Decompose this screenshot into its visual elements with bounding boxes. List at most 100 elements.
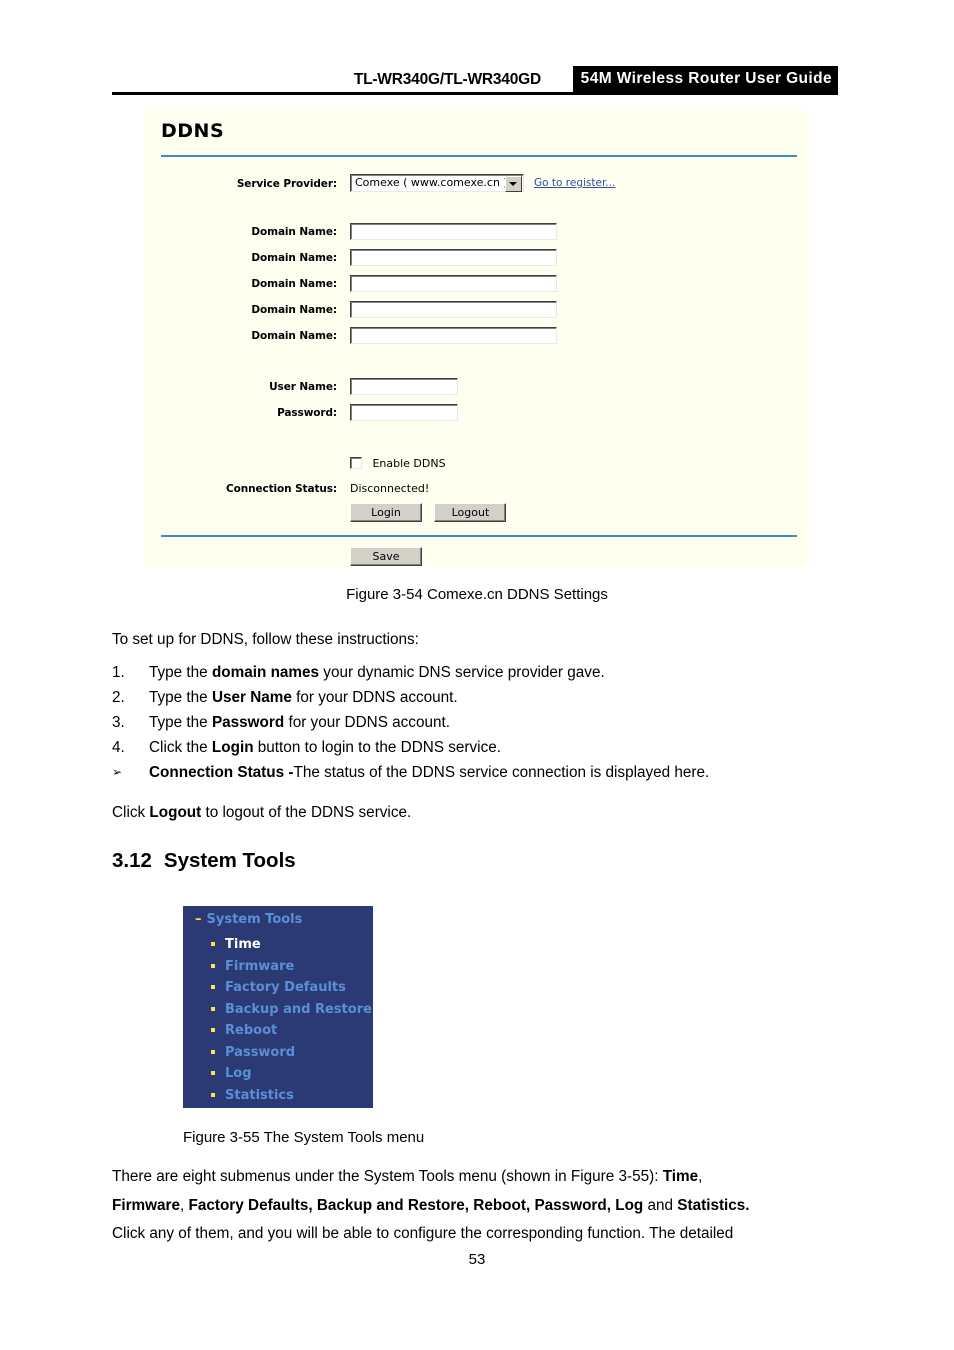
enable-ddns-row: Enable DDNS xyxy=(144,454,810,474)
step-text-1-bold: domain names xyxy=(211,664,320,681)
domain-name-row-1: Domain Name: xyxy=(144,223,810,243)
step-text-5-bold: Connection Status - xyxy=(149,764,294,781)
save-cell: Save xyxy=(350,547,422,566)
save-button[interactable]: Save xyxy=(350,547,422,566)
sidebar-item-factory-defaults[interactable]: Factory Defaults xyxy=(211,977,372,999)
domain-name-value-cell-1 xyxy=(350,223,557,240)
page-number: 53 xyxy=(468,1251,486,1268)
section-title: System Tools xyxy=(163,849,296,872)
sidebar-item-password[interactable]: Password xyxy=(211,1042,372,1064)
step-text-1-pre: Type the xyxy=(149,664,212,681)
bullet-icon xyxy=(211,1028,215,1032)
domain-name-value-cell-4 xyxy=(350,301,557,318)
bullet-icon xyxy=(211,1071,215,1075)
document-header: TL-WR340G/TL-WR340GD 54M Wireless Router… xyxy=(112,66,838,94)
closing-line-1-pre: There are eight submenus under the Syste… xyxy=(112,1168,659,1185)
sidebar-item-firmware[interactable]: Firmware xyxy=(211,956,372,978)
step-text-4: Click the Login button to login to the D… xyxy=(149,735,501,760)
list-item: 2. Type the User Name for your DDNS acco… xyxy=(112,685,842,710)
go-to-register-link[interactable]: Go to register... xyxy=(534,177,615,189)
system-tools-menu-panel: – System Tools Time Firmware Factory Defa… xyxy=(183,906,373,1108)
connection-status-value: Disconnected! xyxy=(350,482,430,495)
step-text-2-pre: Type the xyxy=(149,689,212,706)
logout-bold: Logout xyxy=(149,804,202,821)
collapse-minus-icon[interactable]: – xyxy=(195,912,202,927)
sidebar-item-label-time: Time xyxy=(225,937,261,952)
step-text-3-bold: Password xyxy=(211,714,285,731)
connection-status-row: Connection Status: Disconnected! xyxy=(144,480,810,500)
bullet-icon xyxy=(211,1092,215,1097)
login-button[interactable]: Login xyxy=(350,503,422,522)
password-row: Password: xyxy=(144,404,810,424)
sidebar-item-backup-and-restore[interactable]: Backup and Restore xyxy=(211,999,372,1021)
closing-line-2: Firmware, Factory Defaults, Backup and R… xyxy=(112,1192,840,1221)
list-item: 3. Type the Password for your DDNS accou… xyxy=(112,710,842,735)
sidebar-item-label-reboot: Reboot xyxy=(225,1023,278,1038)
closing-line-2-b: , xyxy=(180,1196,189,1214)
logout-post: to logout of the DDNS service. xyxy=(201,804,412,821)
figure-3-55-caption: Figure 3-55 The System Tools menu xyxy=(183,1129,425,1146)
chevron-down-icon[interactable] xyxy=(505,176,522,192)
domain-name-input-1[interactable] xyxy=(350,223,557,240)
bullet-icon xyxy=(211,1006,215,1011)
domain-name-input-4[interactable] xyxy=(350,301,557,318)
sidebar-item-label-firmware: Firmware xyxy=(225,958,295,974)
list-item: ➢ Connection Status -The status of the D… xyxy=(112,760,842,785)
domain-name-label-4: Domain Name: xyxy=(251,304,337,316)
step-text-2: Type the User Name for your DDNS account… xyxy=(149,685,458,710)
service-provider-label: Service Provider: xyxy=(236,178,337,190)
closing-line-3: Click any of them, and you will be able … xyxy=(112,1225,734,1242)
password-value-cell xyxy=(350,404,458,421)
step-marker-3: 3. xyxy=(112,714,125,731)
closing-line-2-c: Factory Defaults, Backup and Restore, Re… xyxy=(188,1196,644,1214)
bullet-icon xyxy=(211,963,215,968)
closing-paragraph: There are eight submenus under the Syste… xyxy=(112,1163,840,1249)
sidebar-item-reboot[interactable]: Reboot xyxy=(211,1020,372,1042)
sidebar-item-statistics[interactable]: Statistics xyxy=(211,1085,372,1107)
domain-name-value-cell-3 xyxy=(350,275,557,292)
step-text-2-post: for your DDNS account. xyxy=(291,689,458,706)
step-marker-2: 2. xyxy=(112,689,125,706)
step-text-2-bold: User Name xyxy=(211,689,292,706)
sidebar-item-label-factory-defaults: Factory Defaults xyxy=(225,980,346,995)
bullet-icon xyxy=(211,942,215,946)
step-text-1-post: your dynamic DNS service provider gave. xyxy=(319,664,605,681)
sidebar-item-label-backup-and-restore: Backup and Restore xyxy=(225,1001,372,1017)
sidebar-item-system-tools[interactable]: – System Tools xyxy=(195,912,302,927)
domain-name-label-1: Domain Name: xyxy=(251,226,337,238)
bullet-arrow-icon: ➢ xyxy=(112,765,123,779)
service-provider-select[interactable]: Comexe ( www.comexe.cn ) xyxy=(350,174,524,192)
closing-line-2-e: Statistics. xyxy=(677,1196,750,1214)
domain-name-row-5: Domain Name: xyxy=(144,327,810,347)
step-text-5: Connection Status -The status of the DDN… xyxy=(149,760,709,785)
password-label: Password: xyxy=(277,407,337,419)
step-text-4-pre: Click the xyxy=(149,739,212,756)
domain-name-row-3: Domain Name: xyxy=(144,275,810,295)
user-name-input[interactable] xyxy=(350,378,458,395)
service-provider-row: Service Provider: Comexe ( www.comexe.cn… xyxy=(144,174,810,195)
step-text-5-post: The status of the DDNS service connectio… xyxy=(293,764,710,781)
system-tools-submenu-list: Time Firmware Factory Defaults Backup an… xyxy=(211,934,372,1106)
domain-name-label-2: Domain Name: xyxy=(251,252,337,264)
logout-button[interactable]: Logout xyxy=(434,503,507,522)
logout-paragraph: Click Logout to logout of the DDNS servi… xyxy=(112,800,411,825)
sidebar-item-label-root: System Tools xyxy=(206,912,303,927)
sidebar-item-log[interactable]: Log xyxy=(211,1063,372,1085)
user-name-row: User Name: xyxy=(144,378,810,398)
password-input[interactable] xyxy=(350,404,458,421)
sidebar-item-time[interactable]: Time xyxy=(211,934,372,956)
list-item: 4. Click the Login button to login to th… xyxy=(112,735,842,760)
domain-name-input-5[interactable] xyxy=(350,327,557,344)
service-provider-value-cell: Comexe ( www.comexe.cn ) Go to register.… xyxy=(350,174,615,192)
user-name-value-cell xyxy=(350,378,458,395)
domain-name-label-3: Domain Name: xyxy=(251,278,337,290)
bullet-icon xyxy=(211,985,215,989)
bullet-icon xyxy=(211,1049,215,1054)
domain-name-input-2[interactable] xyxy=(350,249,557,266)
enable-ddns-checkbox[interactable] xyxy=(350,456,362,469)
domain-name-input-3[interactable] xyxy=(350,275,557,292)
step-marker-1: 1. xyxy=(112,664,125,681)
sidebar-item-label-statistics: Statistics xyxy=(225,1087,294,1103)
login-logout-row: Login Logout xyxy=(144,503,810,523)
closing-line-1: There are eight submenus under the Syste… xyxy=(112,1163,840,1192)
